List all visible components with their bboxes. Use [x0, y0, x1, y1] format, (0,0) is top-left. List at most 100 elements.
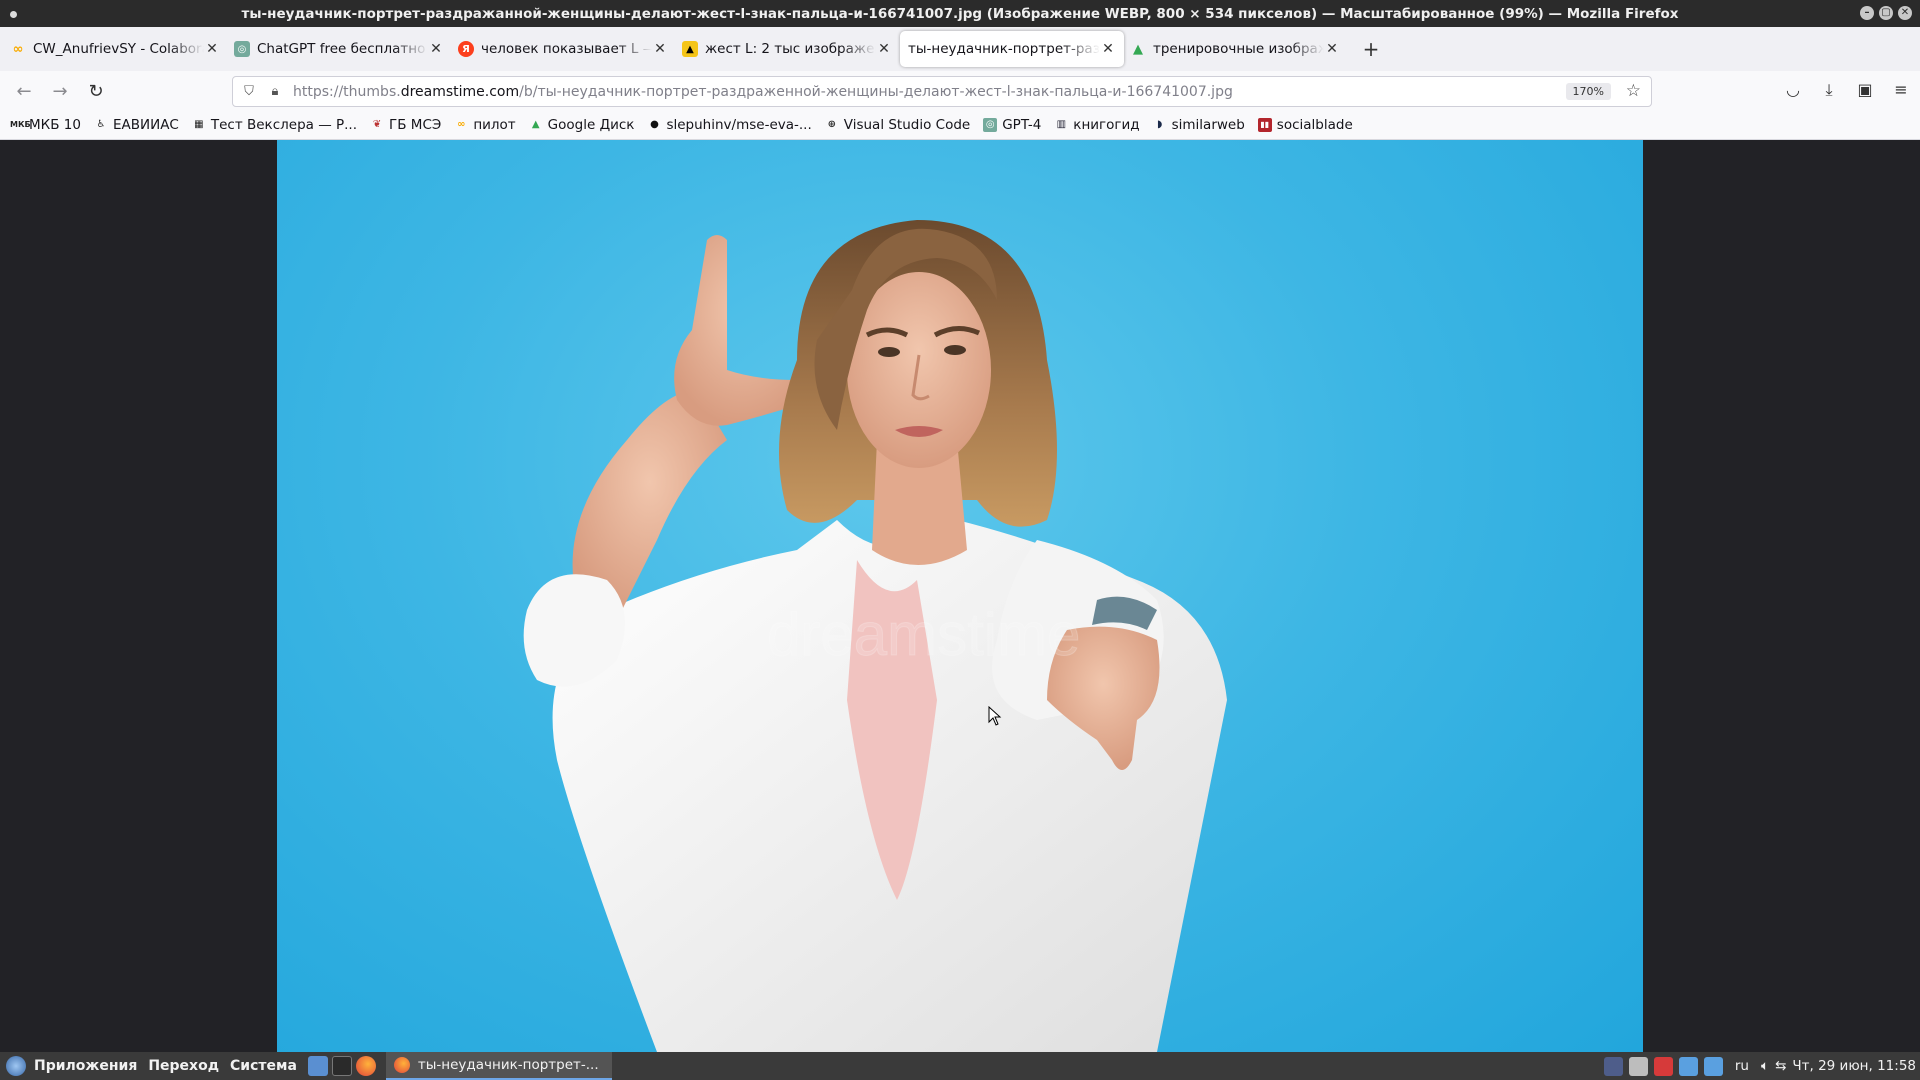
printer-icon[interactable]: [1628, 1056, 1648, 1076]
bookmark-gb-mse[interactable]: ❦ ГБ МСЭ: [370, 117, 442, 133]
bookmark-label: similarweb: [1171, 117, 1245, 133]
minimize-icon[interactable]: –: [1860, 6, 1874, 20]
tab-label: ChatGPT free бесплатно: [257, 41, 426, 57]
bookmark-label: GPT-4: [1002, 117, 1042, 133]
back-icon[interactable]: ←: [6, 81, 42, 102]
accessibility-icon: ♿: [96, 119, 106, 130]
taskbar-task-firefox[interactable]: ты-неудачник-портрет-...: [385, 1052, 612, 1080]
tab-close-icon[interactable]: ✕: [428, 41, 444, 57]
taskbar-menu-apps[interactable]: Приложения: [34, 1058, 137, 1074]
clock[interactable]: Чт, 29 июн, 11:58: [1792, 1058, 1916, 1074]
bookmark-github[interactable]: ● slepuhinv/mse-eva-...: [647, 117, 812, 133]
bookmarks-toolbar: МКБ МКБ 10 ♿ ЕАВИИАС ▦ Тест Векслера — Р...…: [0, 111, 1920, 140]
bookmark-gpt4[interactable]: ◎ GPT-4: [983, 117, 1041, 133]
colab-icon: ∞: [12, 41, 24, 57]
maximize-icon[interactable]: ▢: [1879, 6, 1893, 20]
tab-label: тренировочные изображ: [1153, 41, 1324, 57]
tab-images[interactable]: ▲ жест L: 2 тыс изображен ✕: [676, 31, 900, 67]
bookmark-label: ЕАВИИАС: [112, 117, 179, 133]
woman-l-gesture-photo: dreamstime: [523, 220, 1227, 1052]
reload-icon[interactable]: ↻: [78, 81, 114, 102]
shield-icon[interactable]: ⛉: [241, 84, 257, 100]
google-drive-icon: ▲: [531, 119, 540, 130]
bookmark-socialblade[interactable]: ▮▮ socialblade: [1257, 117, 1353, 133]
lock-icon[interactable]: 🔒︎: [267, 84, 283, 100]
toolbar-right: ◡ ⤓ ▣ ≡: [1782, 80, 1912, 100]
taskbar-menu-places[interactable]: Переход: [148, 1058, 219, 1074]
taskbar-menu-system[interactable]: Система: [230, 1058, 297, 1074]
volume-icon[interactable]: 🔈︎: [1761, 1058, 1769, 1074]
window-menu-icon[interactable]: [10, 11, 17, 18]
bookmark-label: Тест Векслера — Р...: [210, 117, 358, 133]
mkb-icon: МКБ: [10, 120, 31, 129]
tab-label: жест L: 2 тыс изображен: [705, 41, 876, 57]
tab-close-icon[interactable]: ✕: [1100, 41, 1116, 57]
tab-label: ты-неудачник-портрет-разд: [908, 41, 1100, 57]
tab-strip: ∞ CW_AnufrievSY - Colabora ✕ ◎ ChatGPT f…: [0, 27, 1920, 71]
tab-close-icon[interactable]: ✕: [204, 41, 220, 57]
tab-google-drive[interactable]: ▲ тренировочные изображ ✕: [1124, 31, 1348, 67]
bookmark-google-drive[interactable]: ▲ Google Диск: [529, 117, 635, 133]
test-icon: ▦: [194, 119, 204, 130]
close-icon[interactable]: ✕: [1898, 6, 1912, 20]
github-icon: ●: [650, 119, 659, 130]
pocket-icon[interactable]: ◡: [1782, 80, 1804, 100]
bookmark-label: Visual Studio Code: [843, 117, 971, 133]
menu-icon[interactable]: ≡: [1890, 80, 1912, 100]
zoom-level-button[interactable]: 170%: [1565, 83, 1611, 100]
bookmark-label: МКБ 10: [29, 117, 81, 133]
url-bar[interactable]: ⛉ 🔒︎ https://thumbs. dreamstime.com/b/ты-…: [232, 76, 1652, 107]
socialblade-icon: ▮▮: [1257, 118, 1272, 132]
remote-user-icon[interactable]: [1703, 1056, 1723, 1076]
url-host: dreamstime.com: [400, 83, 520, 100]
tab-label: человек показывает L — Я: [481, 41, 652, 57]
network-user-icon[interactable]: [1678, 1056, 1698, 1076]
bookmark-label: пилот: [473, 117, 516, 133]
new-tab-icon[interactable]: +: [1356, 37, 1386, 61]
start-menu-icon[interactable]: [6, 1056, 26, 1076]
tab-close-icon[interactable]: ✕: [652, 41, 668, 57]
globe-icon: ⊕: [827, 119, 836, 130]
bookmark-wechsler[interactable]: ▦ Тест Векслера — Р...: [192, 117, 357, 133]
bookmark-mkb10[interactable]: МКБ МКБ 10: [10, 117, 81, 133]
firefox-icon: [393, 1057, 410, 1073]
nav-bar: ← → ↻ ⛉ 🔒︎ https://thumbs. dreamstime.com…: [0, 71, 1920, 111]
bookmark-label: socialblade: [1276, 117, 1353, 133]
displayed-photo[interactable]: dreamstime: [277, 140, 1643, 1052]
tab-label: CW_AnufrievSY - Colabora: [33, 41, 204, 57]
tab-yandex[interactable]: Я человек показывает L — Я ✕: [452, 31, 676, 67]
yandex-icon: Я: [458, 41, 474, 57]
bookmark-similarweb[interactable]: ◗ similarweb: [1153, 117, 1245, 133]
emblem-icon: ❦: [372, 119, 382, 130]
bookmark-label: slepuhinv/mse-eva-...: [666, 117, 812, 133]
network-icon[interactable]: ⇆: [1775, 1058, 1786, 1074]
tab-close-icon[interactable]: ✕: [876, 41, 892, 57]
similarweb-icon: ◗: [1156, 119, 1163, 130]
keyboard-layout[interactable]: ru: [1735, 1058, 1749, 1074]
desktop-taskbar: Приложения Переход Система ты-неудачник-…: [0, 1052, 1920, 1080]
bookmark-star-icon[interactable]: ☆: [1626, 81, 1641, 101]
window-title: ты-неудачник-портрет-раздражанной-женщин…: [241, 5, 1679, 22]
bookmark-label: Google Диск: [547, 117, 635, 133]
extension-icon[interactable]: ▣: [1854, 80, 1876, 100]
workspace-icon[interactable]: [1603, 1056, 1623, 1076]
taskbar-task-label: ты-неудачник-портрет-...: [417, 1057, 599, 1073]
forward-icon[interactable]: →: [42, 81, 78, 102]
terminal-icon[interactable]: [331, 1056, 352, 1076]
tab-chatgpt[interactable]: ◎ ChatGPT free бесплатно ✕: [228, 31, 452, 67]
tab-current-image[interactable]: ты-неудачник-портрет-разд ✕: [900, 31, 1124, 67]
image-icon: ▲: [682, 41, 698, 57]
book-icon: ▥: [1056, 119, 1067, 130]
file-manager-icon[interactable]: [307, 1056, 328, 1076]
bookmark-eaviias[interactable]: ♿ ЕАВИИАС: [94, 117, 179, 133]
bookmark-pilot[interactable]: ∞ пилот: [454, 117, 516, 133]
bookmark-knigogid[interactable]: ▥ книгогид: [1054, 117, 1140, 133]
downloads-icon[interactable]: ⤓: [1818, 80, 1840, 100]
tab-close-icon[interactable]: ✕: [1324, 41, 1340, 57]
url-path: /b/ты-неудачник-портрет-раздраженной-жен…: [519, 83, 1233, 100]
firefox-launcher-icon[interactable]: [355, 1056, 376, 1076]
image-viewer: dreamstime: [0, 140, 1920, 1052]
antivirus-icon[interactable]: [1653, 1056, 1673, 1076]
bookmark-vscode[interactable]: ⊕ Visual Studio Code: [825, 117, 971, 133]
tab-colab[interactable]: ∞ CW_AnufrievSY - Colabora ✕: [4, 31, 228, 67]
